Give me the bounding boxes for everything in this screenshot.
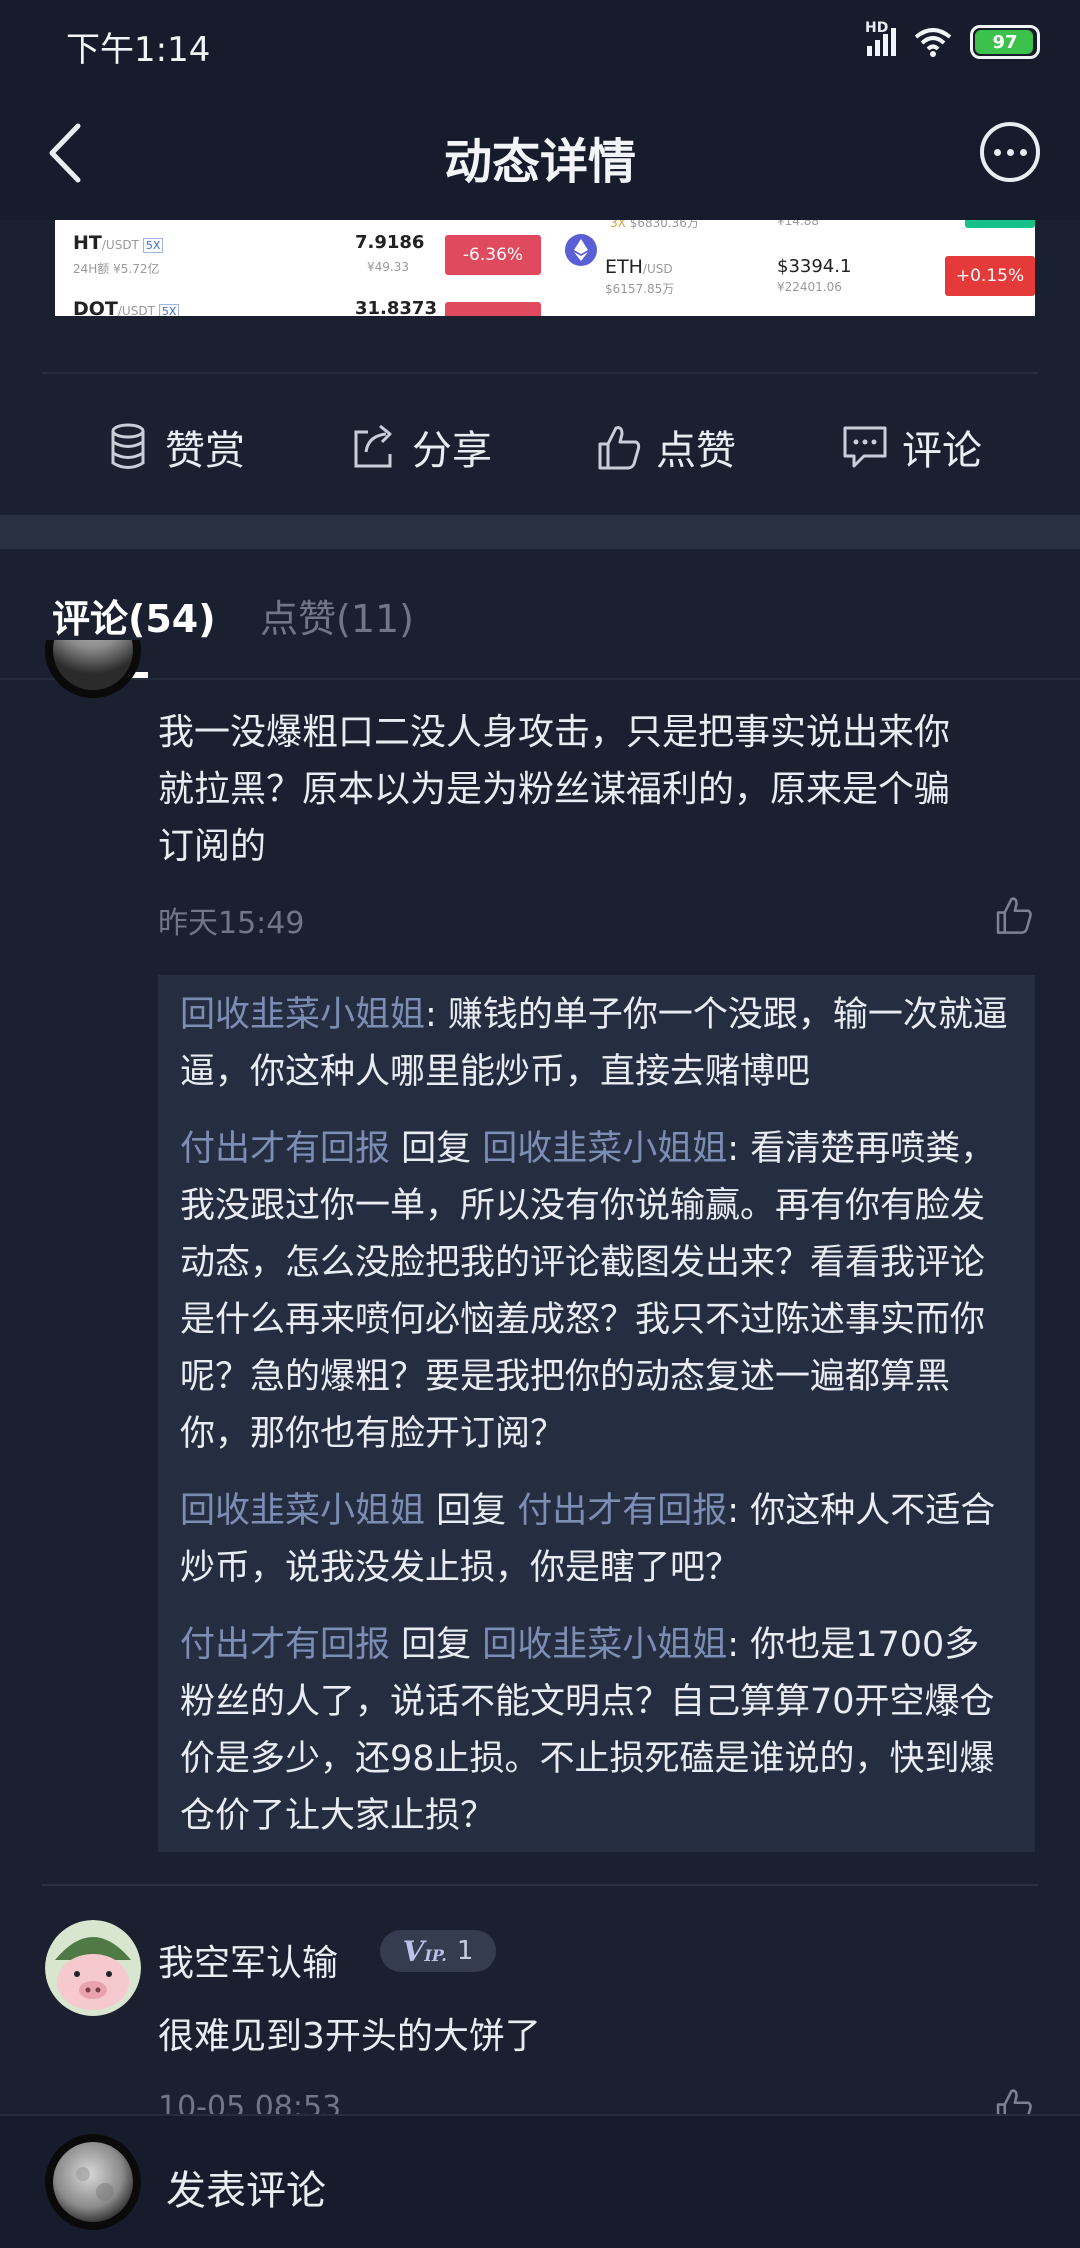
vip-level: 1 [456,1936,474,1966]
market-row-price: 31.8373 [355,298,437,316]
market-row-cny: ¥22401.06 [777,280,842,294]
reply-user[interactable]: 付出才有回报 [180,1625,390,1665]
share-icon [354,424,392,468]
market-row-price: $3394.1 [777,256,852,277]
comment-text: 很难见到3开头的大饼了 [158,2016,541,2057]
divider [42,372,1038,374]
comment-time: 昨天15:49 [158,906,305,941]
market-row-leverage-cut: 3X $6830.36万 [610,220,699,230]
comment-button[interactable]: 评论 [842,412,982,482]
vip-badge: VIP. 1 [380,1930,496,1972]
my-avatar [45,2134,141,2230]
signal-icon: HD [865,20,896,56]
eth-logo-icon [565,234,597,266]
market-row-price: 7.9186 [355,232,425,253]
reply-item[interactable]: 付出才有回报 回复 回收韭菜小姐姐: 看清楚再喷粪，我没跟过你一单，所以没有你说… [180,1121,1013,1463]
battery-level: 97 [992,31,1018,53]
more-dot-icon [993,148,1001,156]
thumbs-up-icon [598,426,641,470]
comment-input-placeholder[interactable]: 发表评论 [166,2158,326,2216]
reply-user[interactable]: 回收韭菜小姐姐 [180,1491,425,1531]
comment-author-name[interactable]: 我空军认输 [158,1934,338,1986]
market-row-change-pill [445,302,541,316]
page-title: 动态详情 [443,134,636,190]
avatar[interactable] [45,1920,141,2016]
market-row-cny: ¥49.33 [367,260,409,274]
section-separator [0,515,1080,549]
more-dot-icon [1006,148,1014,156]
avatar[interactable] [45,640,141,710]
reply-target-user[interactable]: 回收韭菜小姐姐 [482,1625,727,1665]
reply-target-user[interactable]: 付出才有回报 [517,1491,727,1531]
wifi-icon [914,28,952,57]
tab-comments[interactable]: 评论(54) [52,588,216,643]
comment-compose-bar[interactable] [0,2114,1080,2248]
share-label: 分享 [412,428,492,474]
divider [0,678,1080,680]
battery-indicator: 97 [970,25,1040,59]
post-image-market-table[interactable]: HT/USDT 5X 24H额 ¥5.72亿 7.9186 ¥49.33 -6.3… [55,220,1035,316]
market-row-volume: $6157.85万 [605,282,675,296]
comment-like-icon[interactable] [993,894,1035,936]
reward-button[interactable]: 赞赏 [105,412,245,482]
market-row-volume: 24H额 ¥5.72亿 [73,262,160,276]
market-row-change: +0.15% [945,256,1035,296]
reply-item[interactable]: 回收韭菜小姐姐 回复 付出才有回报: 你这种人不适合炒币，说我没发止损，你是瞎了… [180,1483,1013,1597]
market-change-cut-pill [965,220,1035,228]
comment-label: 评论 [902,428,982,474]
network-type-label: HD [865,20,889,36]
market-row-change: -6.36% [445,235,541,275]
share-button[interactable]: 分享 [352,412,492,482]
market-row-symbol: DOT/USDT 5X [73,298,180,316]
like-button[interactable]: 点赞 [596,412,736,482]
reply-thread: 回收韭菜小姐姐: 赚钱的单子你一个没跟，输一次就逼逼，你这种人哪里能炒币，直接去… [158,975,1035,1852]
comment-bubble-icon [843,426,887,468]
reply-target-user[interactable]: 回收韭菜小姐姐 [482,1129,727,1169]
market-row-symbol: HT/USDT 5X [73,232,164,254]
tab-likes[interactable]: 点赞(11) [260,588,414,643]
comment-text: 我一没爆粗口二没人身攻击，只是把事实说出来你 就拉黑？原本以为是为粉丝谋福利的，… [158,712,951,867]
divider [42,1884,1038,1886]
reply-item[interactable]: 付出才有回报 回复 回收韭菜小姐姐: 你也是1700多粉丝的人了，说话不能文明点… [180,1617,1013,1845]
reply-user[interactable]: 付出才有回报 [180,1129,390,1169]
like-label: 点赞 [656,428,736,474]
market-row-cny-cut: ¥14.88 [777,220,819,228]
reply-user[interactable]: 回收韭菜小姐姐 [180,995,425,1035]
coin-stack-icon [111,423,145,469]
more-dot-icon [1019,148,1027,156]
market-row-symbol: ETH/USD [605,256,673,278]
status-icons: HD 97 [865,20,1040,62]
status-time: 下午1:14 [66,30,211,70]
more-options-button[interactable] [980,122,1040,182]
reply-item[interactable]: 回收韭菜小姐姐: 赚钱的单子你一个没跟，输一次就逼逼，你这种人哪里能炒币，直接去… [180,987,1013,1101]
reward-label: 赞赏 [165,428,245,474]
